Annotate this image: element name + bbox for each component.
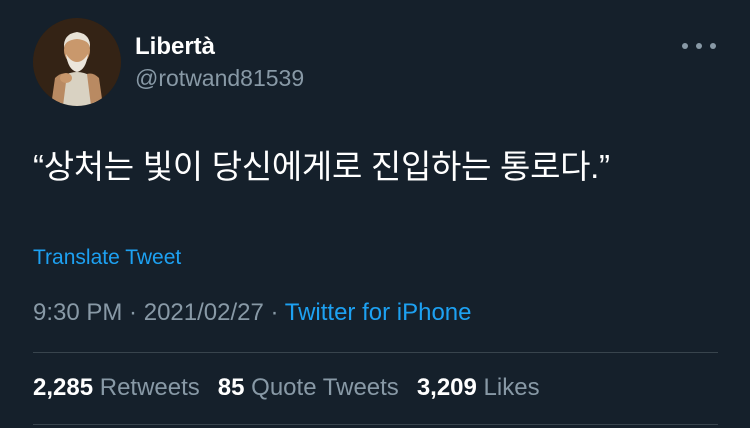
author-handle[interactable]: @rotwand81539 (135, 64, 304, 92)
more-horizontal-icon (682, 43, 688, 49)
divider (33, 424, 718, 425)
translate-tweet-link[interactable]: Translate Tweet (33, 245, 181, 271)
divider (33, 352, 718, 353)
retweets-stat[interactable]: 2,285 Retweets (33, 373, 200, 403)
more-horizontal-icon-dot (696, 43, 702, 49)
likes-count: 3,209 (416, 374, 477, 401)
more-horizontal-icon-dot (710, 43, 716, 49)
quote-tweets-stat[interactable]: 85 Quote Tweets (218, 373, 399, 403)
tweet-date[interactable]: 2021/02/27 (144, 299, 264, 326)
tweet-time[interactable]: 9:30 PM (33, 299, 122, 326)
likes-label: Likes (483, 374, 540, 401)
quote-tweets-label: Quote Tweets (251, 374, 399, 401)
tweet-text: “상처는 빛이 당신에게로 진입하는 통로다.” (33, 148, 610, 185)
tweet-source-link[interactable]: Twitter for iPhone (285, 299, 472, 326)
retweets-count: 2,285 (33, 374, 94, 401)
avatar[interactable] (33, 18, 121, 106)
tweet-metadata: 9:30 PM · 2021/02/27 · Twitter for iPhon… (33, 298, 472, 328)
author-display-name[interactable]: Libertà (135, 33, 215, 61)
likes-stat[interactable]: 3,209 Likes (417, 373, 540, 403)
tweet-stats: 2,285 Retweets 85 Quote Tweets 3,209 Lik… (33, 373, 558, 403)
more-options-button[interactable] (682, 36, 716, 56)
retweets-label: Retweets (99, 374, 200, 401)
meta-separator: · (263, 299, 285, 326)
meta-separator: · (122, 299, 144, 326)
quote-tweets-count: 85 (217, 374, 245, 401)
